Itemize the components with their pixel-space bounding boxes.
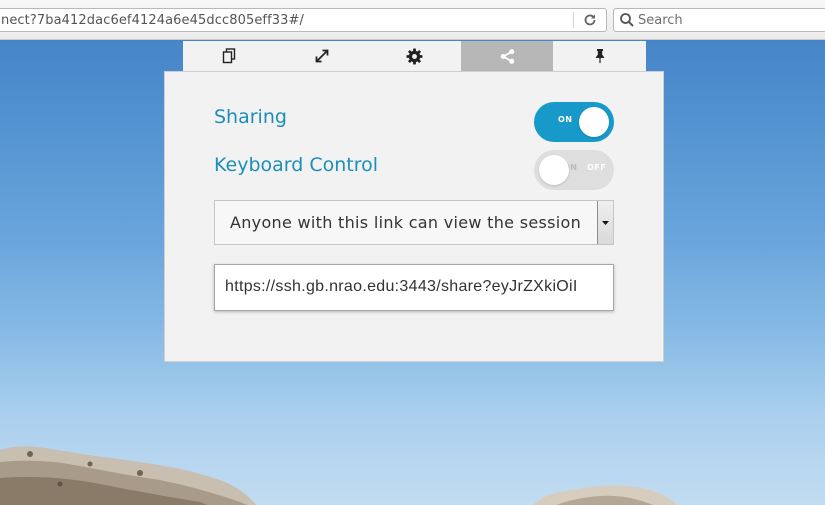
keyboard-control-toggle[interactable]: ON OFF — [534, 150, 614, 190]
tab-pin[interactable] — [553, 41, 646, 71]
tab-clipboard[interactable] — [183, 41, 276, 71]
sharing-settings-panel: Sharing ON Keyboard Control ON OFF Anyon… — [164, 71, 664, 362]
rocks-scenery-left — [0, 446, 257, 505]
access-level-selected-value: Anyone with this link can view the sessi… — [230, 213, 582, 232]
sharing-toggle-knob — [579, 107, 609, 137]
pin-icon — [595, 49, 605, 63]
share-icon — [500, 48, 514, 64]
gear-icon — [406, 48, 423, 64]
sharing-label: Sharing — [214, 106, 287, 128]
share-link-field[interactable]: https://ssh.gb.nrao.edu:3443/share?eyJrZ… — [214, 264, 614, 311]
reload-icon[interactable] — [580, 11, 600, 29]
keyboard-toggle-knob — [539, 155, 569, 185]
tab-settings[interactable] — [368, 41, 461, 71]
tab-share[interactable] — [460, 41, 554, 71]
url-bar[interactable]: nect?7ba412dac6ef4124a6e45dcc805eff33#/ — [0, 8, 607, 32]
browser-toolbar: nect?7ba412dac6ef4124a6e45dcc805eff33#/ … — [0, 0, 825, 40]
sharing-toggle-on-text: ON — [558, 115, 573, 124]
keyboard-control-label: Keyboard Control — [214, 154, 379, 176]
access-level-select[interactable]: Anyone with this link can view the sessi… — [214, 200, 614, 245]
desktop-background: nect?7ba412dac6ef4124a6e45dcc805eff33#/ … — [0, 0, 825, 505]
fullscreen-icon — [315, 49, 329, 63]
rocks-scenery-right — [532, 485, 678, 505]
search-placeholder: Search — [638, 13, 683, 28]
url-separator — [573, 12, 574, 28]
share-link-value[interactable]: https://ssh.gb.nrao.edu:3443/share?eyJrZ… — [225, 278, 578, 296]
dropdown-arrow-icon[interactable] — [597, 201, 613, 244]
clipboard-icon — [223, 48, 236, 64]
session-toolbar — [183, 41, 646, 71]
keyboard-toggle-off-text: OFF — [587, 163, 607, 172]
sharing-toggle[interactable]: ON — [534, 102, 614, 142]
search-icon — [619, 12, 635, 28]
tab-fullscreen[interactable] — [276, 41, 369, 71]
browser-search-box[interactable]: Search — [613, 8, 825, 32]
url-text[interactable]: nect?7ba412dac6ef4124a6e45dcc805eff33#/ — [1, 13, 304, 28]
